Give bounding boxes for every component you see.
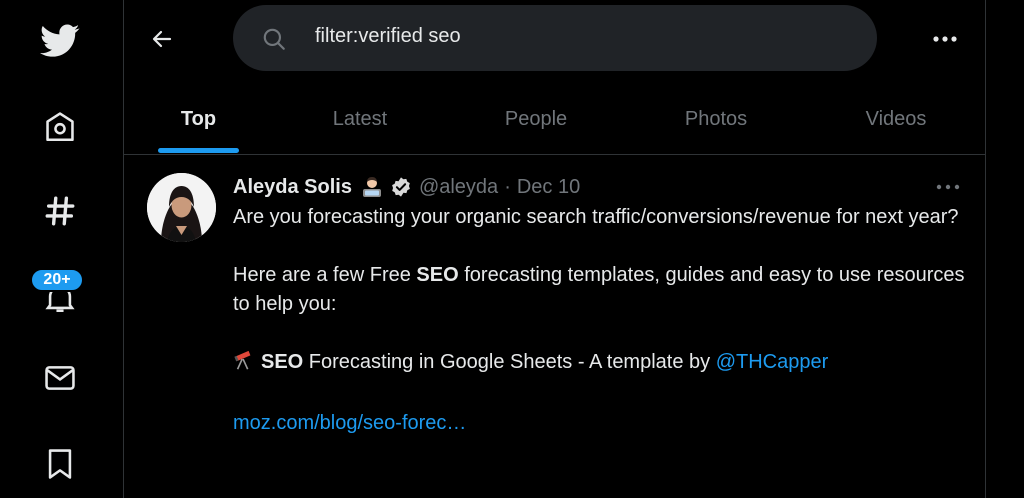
list-item-text: Forecasting in Google Sheets - A templat… <box>303 351 716 373</box>
technologist-emoji-icon <box>360 175 384 199</box>
tweet-date[interactable]: Dec 10 <box>517 176 580 199</box>
right-column-divider <box>985 0 986 498</box>
tweet-url-link[interactable]: moz.com/blog/seo-forec… <box>233 412 466 434</box>
tab-latest[interactable]: Latest <box>310 84 410 154</box>
back-arrow-icon[interactable] <box>143 20 181 58</box>
list-item-bold: SEO <box>261 351 304 373</box>
para2-prefix: Here are a few Free <box>233 264 417 286</box>
telescope-emoji-icon <box>233 349 255 380</box>
more-options-icon[interactable] <box>926 24 964 54</box>
tweet-more-options-icon[interactable] <box>930 176 966 198</box>
bookmarks-icon[interactable] <box>40 444 80 484</box>
home-icon[interactable] <box>40 107 80 147</box>
avatar[interactable] <box>147 173 216 242</box>
verified-badge-icon <box>390 176 412 198</box>
tweet-paragraph-2: Here are a few Free SEO forecasting temp… <box>233 261 968 319</box>
separator-dot: · <box>504 175 511 198</box>
left-navigation: 20+ <box>0 0 122 498</box>
tabs-divider <box>123 154 986 155</box>
para2-bold: SEO <box>416 264 459 286</box>
tweet-paragraph-1: Are you forecasting your organic search … <box>233 206 959 228</box>
mention-link[interactable]: @THCapper <box>716 351 829 373</box>
tab-photos[interactable]: Photos <box>666 84 766 154</box>
author-name[interactable]: Aleyda Solis <box>233 176 352 199</box>
explore-hashtag-icon[interactable] <box>40 191 80 231</box>
twitter-bird-icon[interactable] <box>40 21 80 61</box>
tweet-list-item: SEO Forecasting in Google Sheets - A tem… <box>233 348 968 380</box>
active-tab-indicator <box>158 148 239 153</box>
notifications-badge: 20+ <box>30 268 84 292</box>
messages-envelope-icon[interactable] <box>40 358 80 398</box>
tweet-text: Are you forecasting your organic search … <box>233 203 968 438</box>
search-icon <box>261 26 287 57</box>
tab-videos[interactable]: Videos <box>846 84 946 154</box>
tweet-header: Aleyda Solis @aleyda · Dec 10 <box>233 174 580 200</box>
tab-people[interactable]: People <box>486 84 586 154</box>
search-input[interactable]: filter:verified seo <box>315 25 461 48</box>
tab-top[interactable]: Top <box>158 84 239 154</box>
left-column-divider <box>123 0 124 498</box>
search-box[interactable]: filter:verified seo <box>233 5 877 71</box>
author-handle[interactable]: @aleyda <box>419 176 498 199</box>
